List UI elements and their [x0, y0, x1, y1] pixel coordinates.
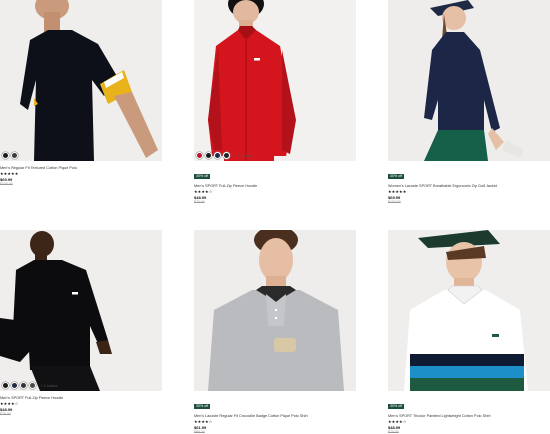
discount-badge: 30% off: [388, 404, 405, 409]
rating-stars: ★★★★★: [0, 171, 19, 176]
color-swatch[interactable]: [214, 152, 221, 159]
product-name[interactable]: Men's Regular Fit Textured Cotton Piqué …: [0, 166, 162, 170]
discount-badge: 30% off: [194, 174, 211, 179]
product-image[interactable]: [388, 230, 550, 391]
product-name[interactable]: Men's SPORT Full-Zip Fleece Hoodie: [194, 184, 356, 188]
color-swatches: + 6 colors: [196, 152, 251, 159]
product-image[interactable]: [194, 0, 356, 161]
color-swatch[interactable]: [11, 382, 18, 389]
color-swatches: [2, 152, 18, 159]
product-image[interactable]: [0, 230, 162, 391]
color-swatch[interactable]: [205, 152, 212, 159]
color-swatch[interactable]: [29, 382, 36, 389]
product-name[interactable]: Men's Lacoste Regular Fit Crocodile Badg…: [194, 414, 356, 418]
color-swatch[interactable]: [196, 152, 203, 159]
color-swatch[interactable]: [20, 382, 27, 389]
rating-stars: ★★★★☆: [194, 189, 213, 194]
discount-badge: 30% off: [388, 174, 405, 179]
color-swatch[interactable]: [2, 382, 9, 389]
more-colors-link[interactable]: + 2 colors: [40, 383, 57, 388]
product-name[interactable]: Men's SPORT Full-Zip Fleece Hoodie: [0, 396, 162, 400]
color-swatch[interactable]: [2, 152, 9, 159]
rating-stars: ★★★★☆: [0, 401, 19, 406]
product-image[interactable]: [194, 230, 356, 391]
original-price: $70.00: [388, 430, 399, 434]
discount-badge: 30% off: [194, 404, 211, 409]
more-colors-link[interactable]: + 6 colors: [234, 153, 251, 158]
rating-stars: ★★★★☆: [388, 419, 407, 424]
product-name[interactable]: Women's Lacoste SPORT Breathable Ergonom…: [388, 184, 550, 188]
original-price: $100.00: [388, 200, 401, 204]
product-name[interactable]: Men's SPORT Tricolor Paneled Lightweight…: [388, 414, 550, 418]
color-swatch[interactable]: [11, 152, 18, 159]
rating-stars: ★★★★☆: [194, 419, 213, 424]
original-price: $89.00: [194, 430, 205, 434]
product-image[interactable]: [0, 0, 162, 161]
original-price: $70.00: [0, 412, 11, 416]
color-swatch[interactable]: [223, 152, 230, 159]
original-price: $100.00: [0, 182, 13, 186]
original-price: $70.00: [194, 200, 205, 204]
color-swatches: + 2 colors: [2, 382, 57, 389]
rating-stars: ★★★★★: [388, 189, 407, 194]
product-image[interactable]: [388, 0, 550, 161]
